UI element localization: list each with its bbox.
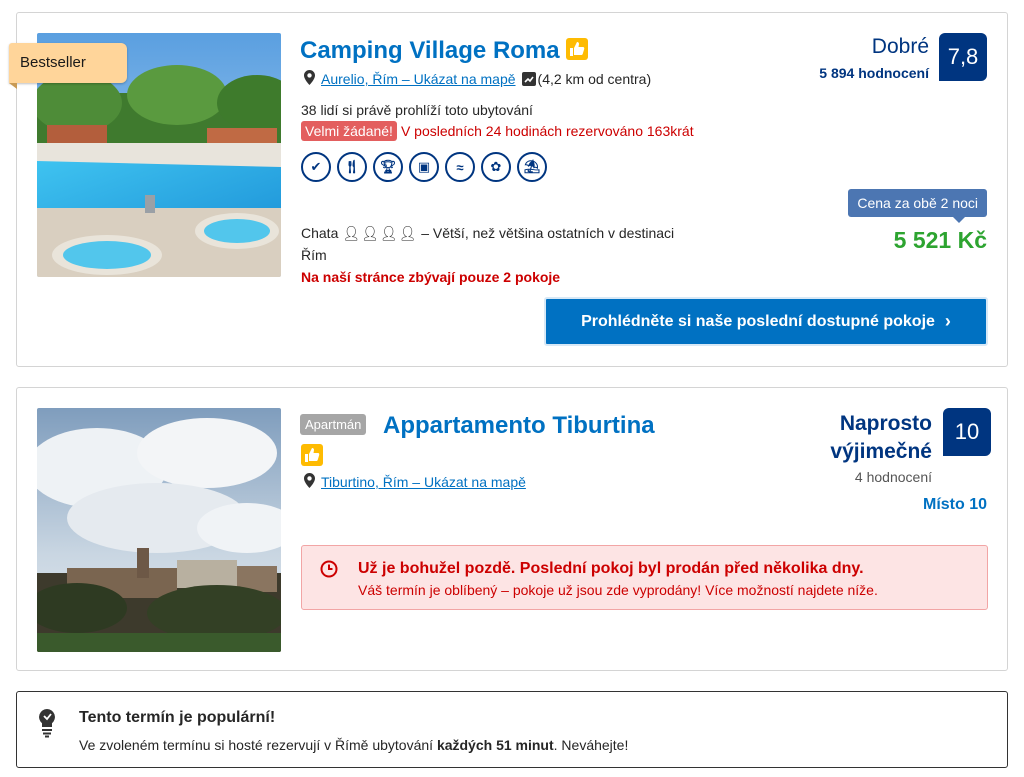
property-card-appartamento-tiburtina[interactable]: Apartmán Appartamento Tiburtina Tiburtin…: [16, 387, 1008, 671]
tv-icon: ▣: [409, 152, 439, 182]
thumbs-up-icon: [301, 444, 323, 466]
lightbulb-icon: [37, 708, 57, 743]
sold-out-alert: Už je bohužel pozdě. Poslední pokoj byl …: [301, 545, 988, 610]
review-count[interactable]: 5 894 hodnocení: [819, 65, 929, 81]
rooms-left-warning: Na naší stránce zbývají pouze 2 pokoje: [301, 269, 561, 285]
unit-city: Řím: [301, 247, 327, 263]
ribbon-label: Bestseller: [20, 54, 86, 71]
pool-icon: ≈: [445, 152, 475, 182]
sold-out-text: Váš termín je oblíbený – pokoje už jsou …: [358, 582, 878, 598]
notice-title: Tento termín je populární!: [79, 709, 276, 726]
clock-icon: [320, 560, 338, 583]
notice-text-before: Ve zvoleném termínu si hosté rezervují v…: [79, 737, 437, 753]
ribbon-fold: [9, 83, 17, 89]
show-on-map-link[interactable]: Tiburtino, Řím – Ukázat na mapě: [321, 474, 526, 490]
demand-row: Velmi žádané! V posledních 24 hodinách r…: [301, 121, 694, 141]
amenities-row: ✔ 🍴︎ 🏆︎ ▣ ≈ ✿ ⛱︎: [301, 152, 547, 182]
distance-icon: [521, 72, 536, 86]
location-score: Místo 10: [922, 496, 987, 513]
map-pin-icon: [304, 473, 315, 491]
people-icon: 👤︎👤︎👤︎👤︎: [342, 225, 418, 241]
verified-icon: ✔: [301, 152, 331, 182]
bestseller-ribbon: Bestseller: [9, 43, 127, 89]
restaurant-icon: 🍴︎: [337, 152, 367, 182]
popular-date-notice: Tento termín je populární! Ve zvoleném t…: [16, 691, 1008, 768]
property-title[interactable]: Appartamento Tiburtina: [383, 412, 655, 440]
price-label: Cena za obě 2 noci: [857, 195, 978, 211]
property-type-badge: Apartmán: [300, 414, 367, 435]
price-label-tooltip: Cena za obě 2 noci: [848, 189, 987, 223]
score-word-line-2: výjimečné: [830, 440, 932, 463]
chevron-right-icon: ›: [944, 311, 951, 331]
location-row: Tiburtino, Řím – Ukázat na mapě: [304, 473, 526, 491]
unit-info: Chata 👤︎👤︎👤︎👤︎ – Větší, než většina osta…: [301, 222, 674, 266]
sold-out-title: Už je bohužel pozdě. Poslední pokoj byl …: [358, 560, 864, 577]
property-card-camping-village-roma[interactable]: Bestseller Camping Village Roma Aurelio,…: [9, 12, 1008, 367]
review-count[interactable]: 4 hodnocení: [855, 469, 932, 485]
notice-text-after: . Neváhejte!: [553, 737, 629, 753]
tooltip-arrow: [953, 217, 965, 223]
distance-text: (4,2 km od centra): [537, 71, 652, 87]
trophy-icon: 🏆︎: [373, 152, 403, 182]
review-score-badge[interactable]: 10: [943, 408, 991, 456]
review-score-word: Dobré: [871, 35, 929, 58]
show-on-map-link[interactable]: Aurelio, Řím – Ukázat na mapě: [321, 71, 516, 87]
view-last-rooms-button[interactable]: Prohlédněte si naše poslední dostupné po…: [544, 297, 988, 346]
viewers-text: 38 lidí si právě prohlíží toto ubytování: [301, 102, 533, 118]
beach-icon: ⛱︎: [517, 152, 547, 182]
thumbs-up-icon: [566, 38, 588, 60]
unit-description: – Větší, než většina ostatních v destina…: [421, 225, 675, 241]
high-demand-badge: Velmi žádané!: [301, 121, 397, 141]
demand-text: V posledních 24 hodinách rezervováno 163…: [400, 123, 694, 139]
property-title[interactable]: Camping Village Roma: [300, 37, 560, 65]
notice-text: Ve zvoleném termínu si hosté rezervují v…: [79, 737, 628, 753]
location-row: Aurelio, Řím – Ukázat na mapě (4,2 km od…: [304, 70, 651, 88]
cta-label: Prohlédněte si naše poslední dostupné po…: [581, 312, 935, 330]
unit-type: Chata: [301, 225, 339, 241]
score-word-line-1: Naprosto: [839, 412, 932, 435]
wellness-icon: ✿: [481, 152, 511, 182]
map-pin-icon: [304, 70, 315, 88]
property-photo[interactable]: [37, 408, 281, 652]
notice-text-bold: každých 51 minut: [436, 737, 554, 753]
total-price: 5 521 Kč: [893, 227, 987, 253]
review-score-badge[interactable]: 7,8: [939, 33, 987, 81]
rome-skyline-photo: [37, 408, 281, 652]
review-score-word: Naprosto výjimečné: [830, 410, 932, 466]
